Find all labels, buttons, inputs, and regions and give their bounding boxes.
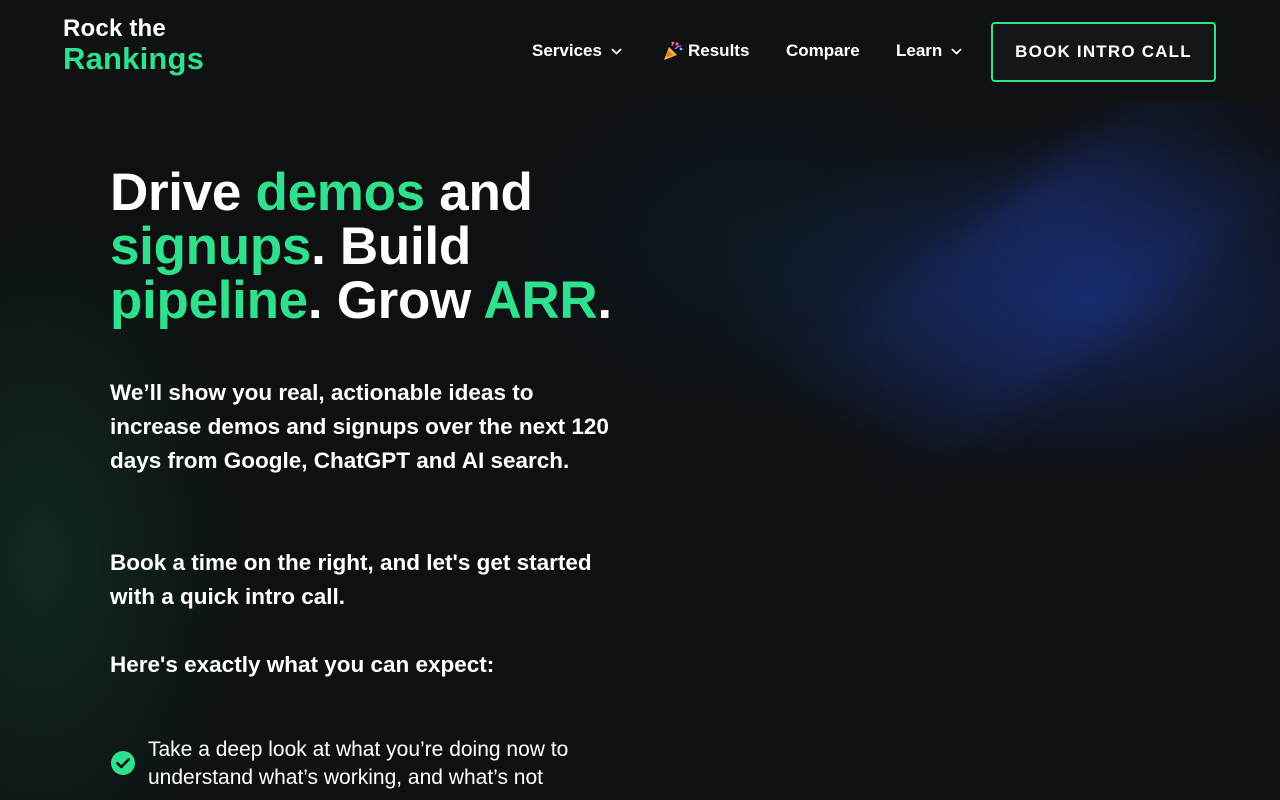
nav-item-compare[interactable]: Compare: [786, 40, 860, 62]
nav-item-services[interactable]: Services: [532, 40, 622, 62]
logo-line-1: Rock the: [63, 15, 166, 42]
nav-item-results[interactable]: Results: [662, 40, 749, 62]
nav-services-label: Services: [532, 41, 602, 60]
hero-text-5: .: [597, 271, 612, 330]
hero-highlight-demos: demos: [255, 163, 426, 222]
party-popper-icon: [662, 41, 684, 61]
top-nav: Rock the Rankings Services Results Compa…: [0, 0, 1280, 102]
nav-item-learn[interactable]: Learn: [896, 40, 962, 62]
hero-headline: Drive demos and signups. Build pipeline. G…: [110, 166, 670, 328]
hero-highlight-arr: ARR: [483, 271, 598, 330]
logo-line-2: Rankings: [63, 41, 205, 76]
chevron-down-icon: [951, 46, 962, 57]
hero-text-2: and: [424, 163, 533, 222]
check-circle-icon: [110, 750, 136, 776]
expect-list-item: Take a deep look at what you’re doing no…: [148, 738, 569, 789]
nav-results-label: Results: [688, 41, 750, 60]
hero-highlight-signups: signups: [110, 217, 312, 276]
page: Rock the Rankings Services Results Compa…: [0, 0, 1280, 800]
book-paragraph: Book a time on the right, and let's get …: [110, 550, 592, 609]
nav-compare-label: Compare: [786, 41, 860, 60]
chevron-down-icon: [611, 46, 622, 57]
expect-heading: Here's exactly what you can expect:: [110, 652, 495, 677]
nav-learn-label: Learn: [896, 41, 943, 60]
hero-highlight-pipeline: pipeline: [110, 271, 308, 330]
hero-text-4: . Grow: [307, 271, 484, 330]
intro-paragraph: We’ll show you real, actionable ideas to…: [110, 380, 609, 473]
book-intro-call-button[interactable]: BOOK INTRO CALL: [991, 22, 1216, 82]
hero-text-1: Drive: [110, 163, 256, 222]
logo[interactable]: Rock the Rankings: [63, 15, 205, 76]
hero-text-3: . Build: [311, 217, 471, 276]
